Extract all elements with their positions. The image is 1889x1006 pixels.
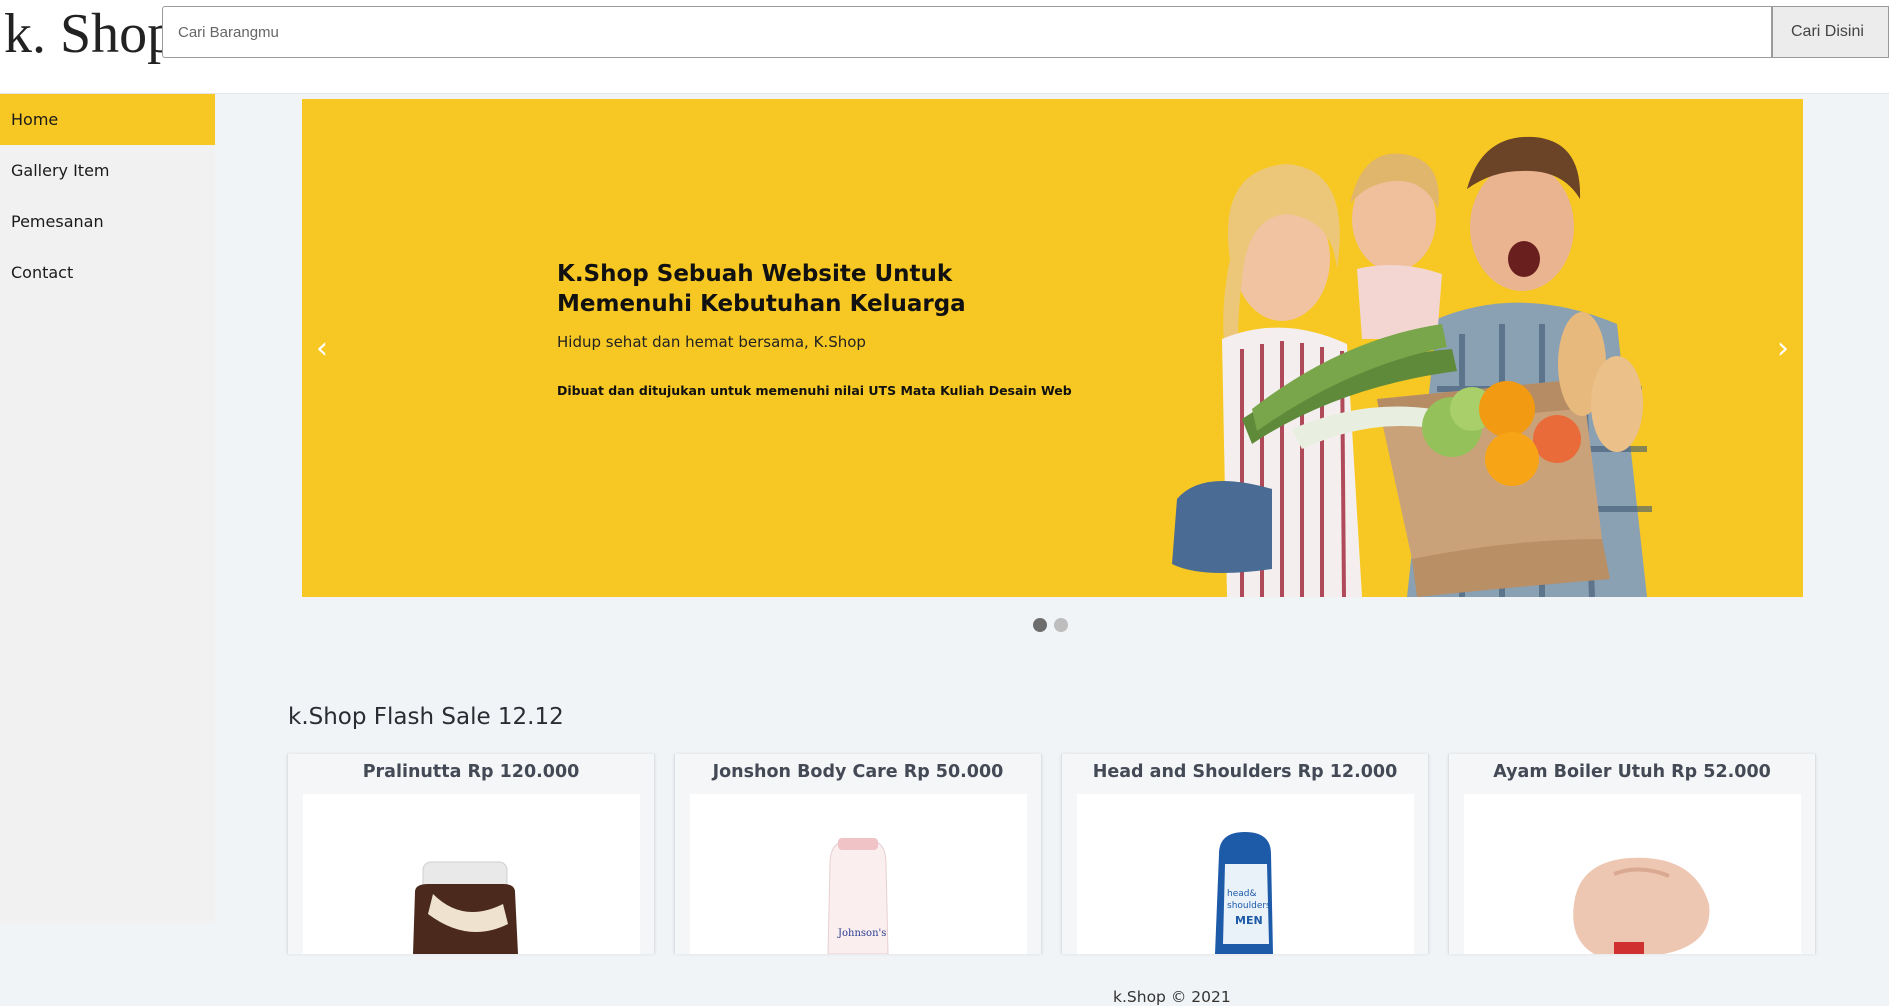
- sidebar-item-home[interactable]: Home: [0, 94, 215, 145]
- hero-caption: K.Shop Sebuah Website Untuk Memenuhi Keb…: [557, 259, 1077, 398]
- product-title: Pralinutta Rp 120.000: [362, 762, 580, 782]
- chevron-left-icon[interactable]: ‹: [307, 329, 337, 369]
- sidebar-item-contact[interactable]: Contact: [0, 247, 215, 298]
- sidebar-item-gallery[interactable]: Gallery Item: [0, 145, 215, 196]
- carousel-indicator-2[interactable]: [1054, 618, 1068, 632]
- main-content: ‹ K.Shop Sebuah Website Untuk Memenuhi K…: [215, 94, 1889, 1006]
- sidebar: Home Gallery Item Pemesanan Contact: [0, 94, 215, 923]
- product-title: Head and Shoulders Rp 12.000: [1092, 762, 1398, 782]
- product-title: Ayam Boiler Utuh Rp 52.000: [1493, 762, 1771, 782]
- product-card[interactable]: Ayam Boiler Utuh Rp 52.000: [1448, 754, 1816, 954]
- product-image-ayam-boiler: [1464, 794, 1801, 954]
- search-input[interactable]: [162, 6, 1772, 58]
- svg-text:MEN: MEN: [1235, 914, 1263, 927]
- hero-subtitle: Hidup sehat dan hemat bersama, K.Shop: [557, 333, 866, 351]
- svg-text:Johnson's: Johnson's: [837, 928, 886, 939]
- flash-sale-title: k.Shop Flash Sale 12.12: [288, 704, 564, 730]
- product-image-head-shoulders: head& shoulders MEN: [1077, 794, 1414, 954]
- product-list: Pralinutta Rp 120.000 Jonshon Body Care …: [287, 754, 1817, 954]
- sidebar-item-pemesanan[interactable]: Pemesanan: [0, 196, 215, 247]
- product-card[interactable]: Pralinutta Rp 120.000: [287, 754, 655, 954]
- chevron-right-icon[interactable]: ›: [1768, 329, 1798, 369]
- carousel-indicators: [1033, 617, 1075, 632]
- logo[interactable]: k. Shop: [4, 2, 175, 66]
- svg-text:head&: head&: [1227, 889, 1257, 899]
- family-hero-image: [1172, 136, 1652, 597]
- product-image-pralinutta: [303, 794, 640, 954]
- product-title: Jonshon Body Care Rp 50.000: [712, 762, 1004, 782]
- hero-note: Dibuat dan ditujukan untuk memenuhi nila…: [557, 383, 1072, 398]
- footer-copyright: k.Shop © 2021: [1113, 988, 1231, 1006]
- hero-carousel: ‹ K.Shop Sebuah Website Untuk Memenuhi K…: [302, 99, 1803, 597]
- product-card[interactable]: Jonshon Body Care Rp 50.000 Johnson's: [674, 754, 1042, 954]
- search-button[interactable]: Cari Disini: [1772, 6, 1889, 58]
- hero-title: K.Shop Sebuah Website Untuk Memenuhi Keb…: [557, 261, 966, 317]
- product-card[interactable]: Head and Shoulders Rp 12.000 head& shoul…: [1061, 754, 1429, 954]
- product-image-johnsons: Johnson's: [690, 794, 1027, 954]
- carousel-indicator-1[interactable]: [1033, 618, 1047, 632]
- header: k. Shop Cari Disini: [0, 0, 1889, 94]
- svg-text:shoulders: shoulders: [1227, 901, 1271, 911]
